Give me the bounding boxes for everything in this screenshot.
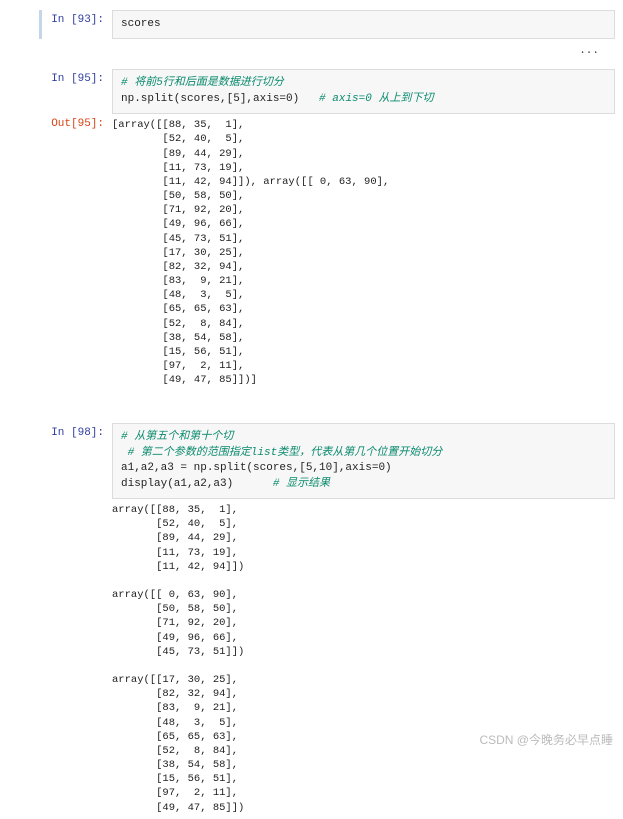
comment: # 从第五个和第十个切 <box>121 431 233 443</box>
watermark-text: CSDN @今晚务必早点睡 <box>479 731 613 748</box>
code-input-95[interactable]: # 将前5行和后面是数据进行切分 np.split(scores,[5],axi… <box>112 69 615 114</box>
truncation-ellipsis: ... <box>42 39 615 59</box>
output-cell-98: . array([[88, 35, 1], [52, 40, 5], [89, … <box>42 499 615 819</box>
comment: # 第二个参数的范围指定list类型，代表从第几个位置开始切分 <box>121 447 442 459</box>
code-text: np.split(scores,[5],axis=0) <box>121 93 299 105</box>
code-text: a1,a2,a3 = np.split(scores,[5,10],axis=0… <box>121 462 392 474</box>
code-input-93[interactable]: scores <box>112 10 615 39</box>
output-text-98: array([[88, 35, 1], [52, 40, 5], [89, 44… <box>112 499 615 819</box>
prompt-in-95: In [95]: <box>42 69 112 89</box>
prompt-in-93: In [93]: <box>42 10 112 30</box>
prompt-in-98: In [98]: <box>42 423 112 443</box>
code-text: display(a1,a2,a3) <box>121 478 233 490</box>
code-cell-95[interactable]: In [95]: # 将前5行和后面是数据进行切分 np.split(score… <box>42 69 615 114</box>
prompt-empty: . <box>42 499 112 519</box>
comment: # axis=0 从上到下切 <box>299 93 433 105</box>
prompt-out-95: Out[95]: <box>42 114 112 134</box>
output-text-95: [array([[88, 35, 1], [52, 40, 5], [89, 4… <box>112 114 615 391</box>
comment: # 显示结果 <box>233 478 330 490</box>
code-cell-98[interactable]: In [98]: # 从第五个和第十个切 # 第二个参数的范围指定list类型，… <box>42 423 615 499</box>
code-input-98[interactable]: # 从第五个和第十个切 # 第二个参数的范围指定list类型，代表从第几个位置开… <box>112 423 615 499</box>
output-cell-95: Out[95]: [array([[88, 35, 1], [52, 40, 5… <box>42 114 615 391</box>
comment: # 将前5行和后面是数据进行切分 <box>121 77 284 89</box>
code-cell-93[interactable]: In [93]: scores <box>39 10 615 39</box>
